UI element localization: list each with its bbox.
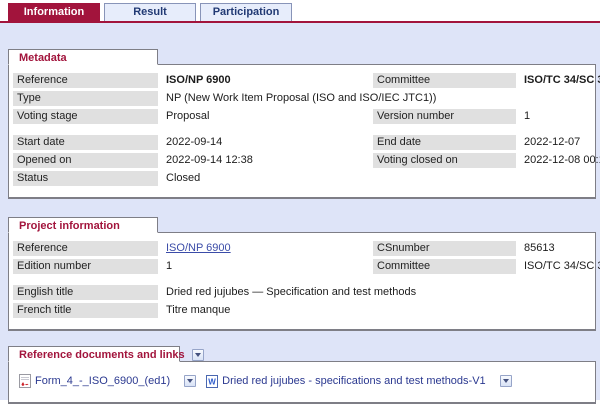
document-list: Form_4_-_ISO_6900_(ed1) W Dried red juju…	[9, 370, 595, 394]
expand-icon[interactable]	[184, 375, 196, 387]
metadata-status-value: Closed	[158, 171, 585, 186]
section-project-header: Project information	[8, 217, 158, 233]
chevron-down-icon	[195, 353, 201, 357]
row-startdate-enddate: Start date 2022-09-14 End date 2022-12-0…	[13, 135, 585, 150]
word-icon: W	[206, 375, 218, 388]
project-reference-label: Reference	[13, 241, 158, 256]
tab-participation[interactable]: Participation	[200, 3, 292, 21]
section-references-header: Reference documents and links	[8, 346, 180, 362]
expand-icon[interactable]	[192, 349, 204, 361]
document-link-word[interactable]: W Dried red jujubes - specifications and…	[206, 375, 486, 388]
section-metadata-header: Metadata	[8, 49, 158, 65]
row-type: Type NP (New Work Item Proposal (ISO and…	[13, 91, 585, 106]
metadata-type-value: NP (New Work Item Proposal (ISO and ISO/…	[158, 91, 585, 106]
section-project-title: Project information	[19, 220, 120, 232]
row-spacer	[9, 127, 595, 135]
row-spacer	[9, 277, 595, 285]
project-reference-value: ISO/NP 6900	[158, 241, 373, 256]
chevron-down-icon	[187, 379, 193, 383]
metadata-opened-on-value: 2022-09-14 12:38	[158, 153, 373, 168]
metadata-reference-label: Reference	[13, 73, 158, 88]
project-csnumber-label: CSnumber	[373, 241, 516, 256]
metadata-start-date-value: 2022-09-14	[158, 135, 373, 150]
row-status: Status Closed	[13, 171, 585, 186]
metadata-end-date-value: 2022-12-07	[516, 135, 585, 150]
project-french-title-label: French title	[13, 303, 158, 318]
metadata-type-label: Type	[13, 91, 158, 106]
project-reference-link[interactable]: ISO/NP 6900	[166, 242, 231, 254]
document-name: Form_4_-_ISO_6900_(ed1)	[35, 375, 170, 387]
page-body: Metadata Reference ISO/NP 6900 Committee…	[0, 23, 600, 400]
row-votingstage-version: Voting stage Proposal Version number 1	[13, 109, 585, 124]
project-edition-number-label: Edition number	[13, 259, 158, 274]
project-csnumber-value: 85613	[516, 241, 585, 256]
project-french-title-value: Titre manque	[158, 303, 585, 318]
row-edition-committee: Edition number 1 Committee ISO/TC 34/SC …	[13, 259, 585, 274]
project-committee-label: Committee	[373, 259, 516, 274]
metadata-version-number-value: 1	[516, 109, 585, 124]
metadata-committee-label: Committee	[373, 73, 516, 88]
row-openedon-votingclosed: Opened on 2022-09-14 12:38 Voting closed…	[13, 153, 585, 168]
project-english-title-label: English title	[13, 285, 158, 300]
project-english-title-value: Dried red jujubes — Specification and te…	[158, 285, 585, 300]
metadata-reference-value: ISO/NP 6900	[158, 73, 373, 88]
project-committee-value: ISO/TC 34/SC 3	[516, 259, 600, 274]
metadata-voting-closed-on-label: Voting closed on	[373, 153, 516, 168]
section-project-information: Project information Reference ISO/NP 690…	[8, 217, 596, 331]
metadata-committee-value: ISO/TC 34/SC 3	[516, 73, 600, 88]
row-french-title: French title Titre manque	[13, 303, 585, 318]
metadata-start-date-label: Start date	[13, 135, 158, 150]
row-english-title: English title Dried red jujubes — Specif…	[13, 285, 585, 300]
tab-information[interactable]: Information	[8, 3, 100, 21]
section-references-title: Reference documents and links	[19, 349, 185, 361]
expand-icon[interactable]	[500, 375, 512, 387]
chevron-down-icon	[503, 379, 509, 383]
metadata-voting-closed-on-value: 2022-12-08 00:10	[516, 153, 600, 168]
section-metadata-title: Metadata	[19, 52, 67, 64]
svg-text:W: W	[208, 377, 216, 386]
metadata-voting-stage-label: Voting stage	[13, 109, 158, 124]
section-reference-documents: Reference documents and links Form_4_-_I…	[8, 346, 596, 404]
section-metadata: Metadata Reference ISO/NP 6900 Committee…	[8, 49, 596, 199]
tab-bar: Information Result Participation	[0, 0, 600, 23]
metadata-voting-stage-value: Proposal	[158, 109, 373, 124]
tab-result[interactable]: Result	[104, 3, 196, 21]
metadata-version-number-label: Version number	[373, 109, 516, 124]
row-reference-csnumber: Reference ISO/NP 6900 CSnumber 85613	[13, 241, 585, 256]
section-metadata-body: Reference ISO/NP 6900 Committee ISO/TC 3…	[8, 64, 596, 199]
metadata-status-label: Status	[13, 171, 158, 186]
metadata-end-date-label: End date	[373, 135, 516, 150]
pdf-icon	[19, 374, 31, 388]
project-edition-number-value: 1	[158, 259, 373, 274]
section-project-body: Reference ISO/NP 6900 CSnumber 85613 Edi…	[8, 232, 596, 331]
metadata-opened-on-label: Opened on	[13, 153, 158, 168]
document-link-pdf[interactable]: Form_4_-_ISO_6900_(ed1)	[19, 374, 170, 388]
row-reference-committee: Reference ISO/NP 6900 Committee ISO/TC 3…	[13, 73, 585, 88]
document-name: Dried red jujubes - specifications and t…	[222, 375, 486, 387]
section-references-body: Form_4_-_ISO_6900_(ed1) W Dried red juju…	[8, 361, 596, 404]
